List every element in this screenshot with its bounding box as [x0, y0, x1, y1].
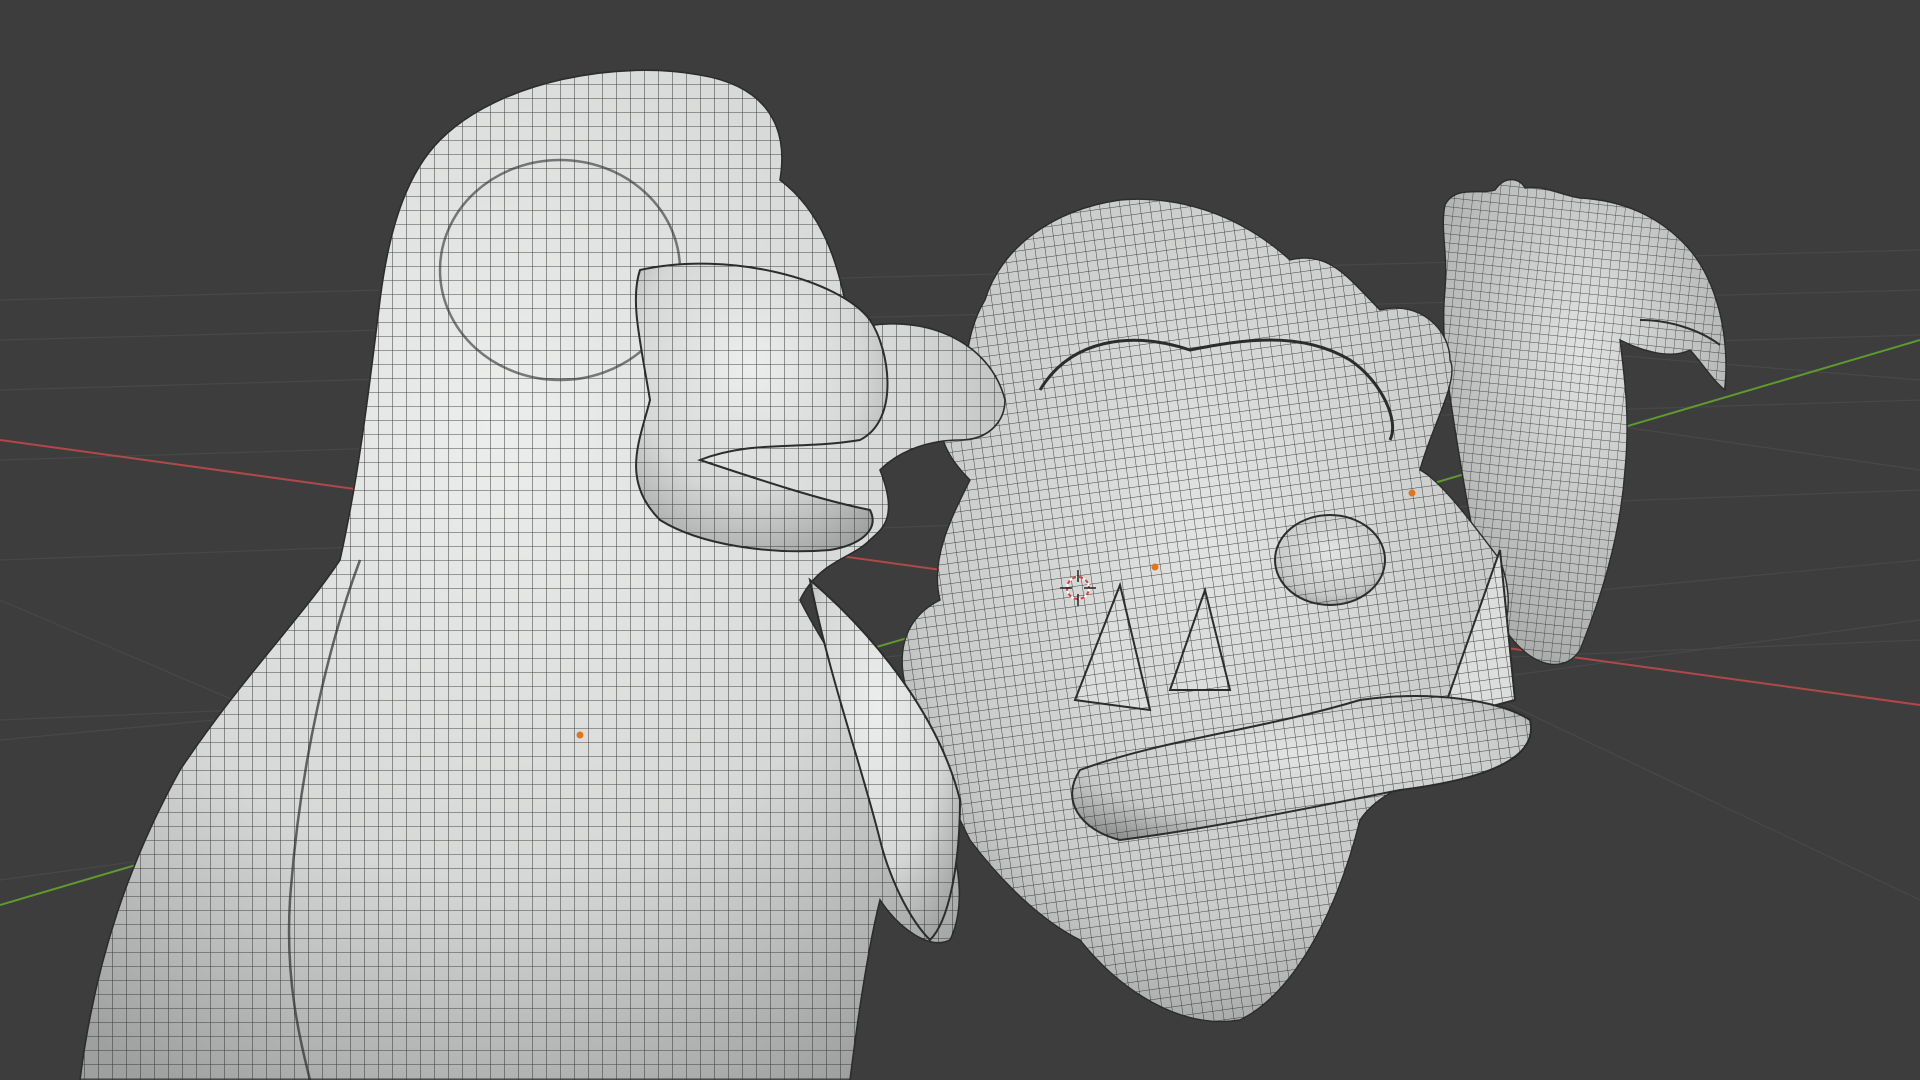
origin-point-bird[interactable]	[1408, 489, 1416, 497]
origin-point-penguin[interactable]	[576, 731, 584, 739]
penguin-mesh[interactable]	[79, 69, 1006, 1080]
3d-viewport[interactable]	[0, 0, 1920, 1080]
origin-point-ogre[interactable]	[1151, 563, 1159, 571]
ogre-head-mesh[interactable]	[901, 198, 1533, 1023]
viewport-canvas[interactable]	[0, 0, 1920, 1080]
